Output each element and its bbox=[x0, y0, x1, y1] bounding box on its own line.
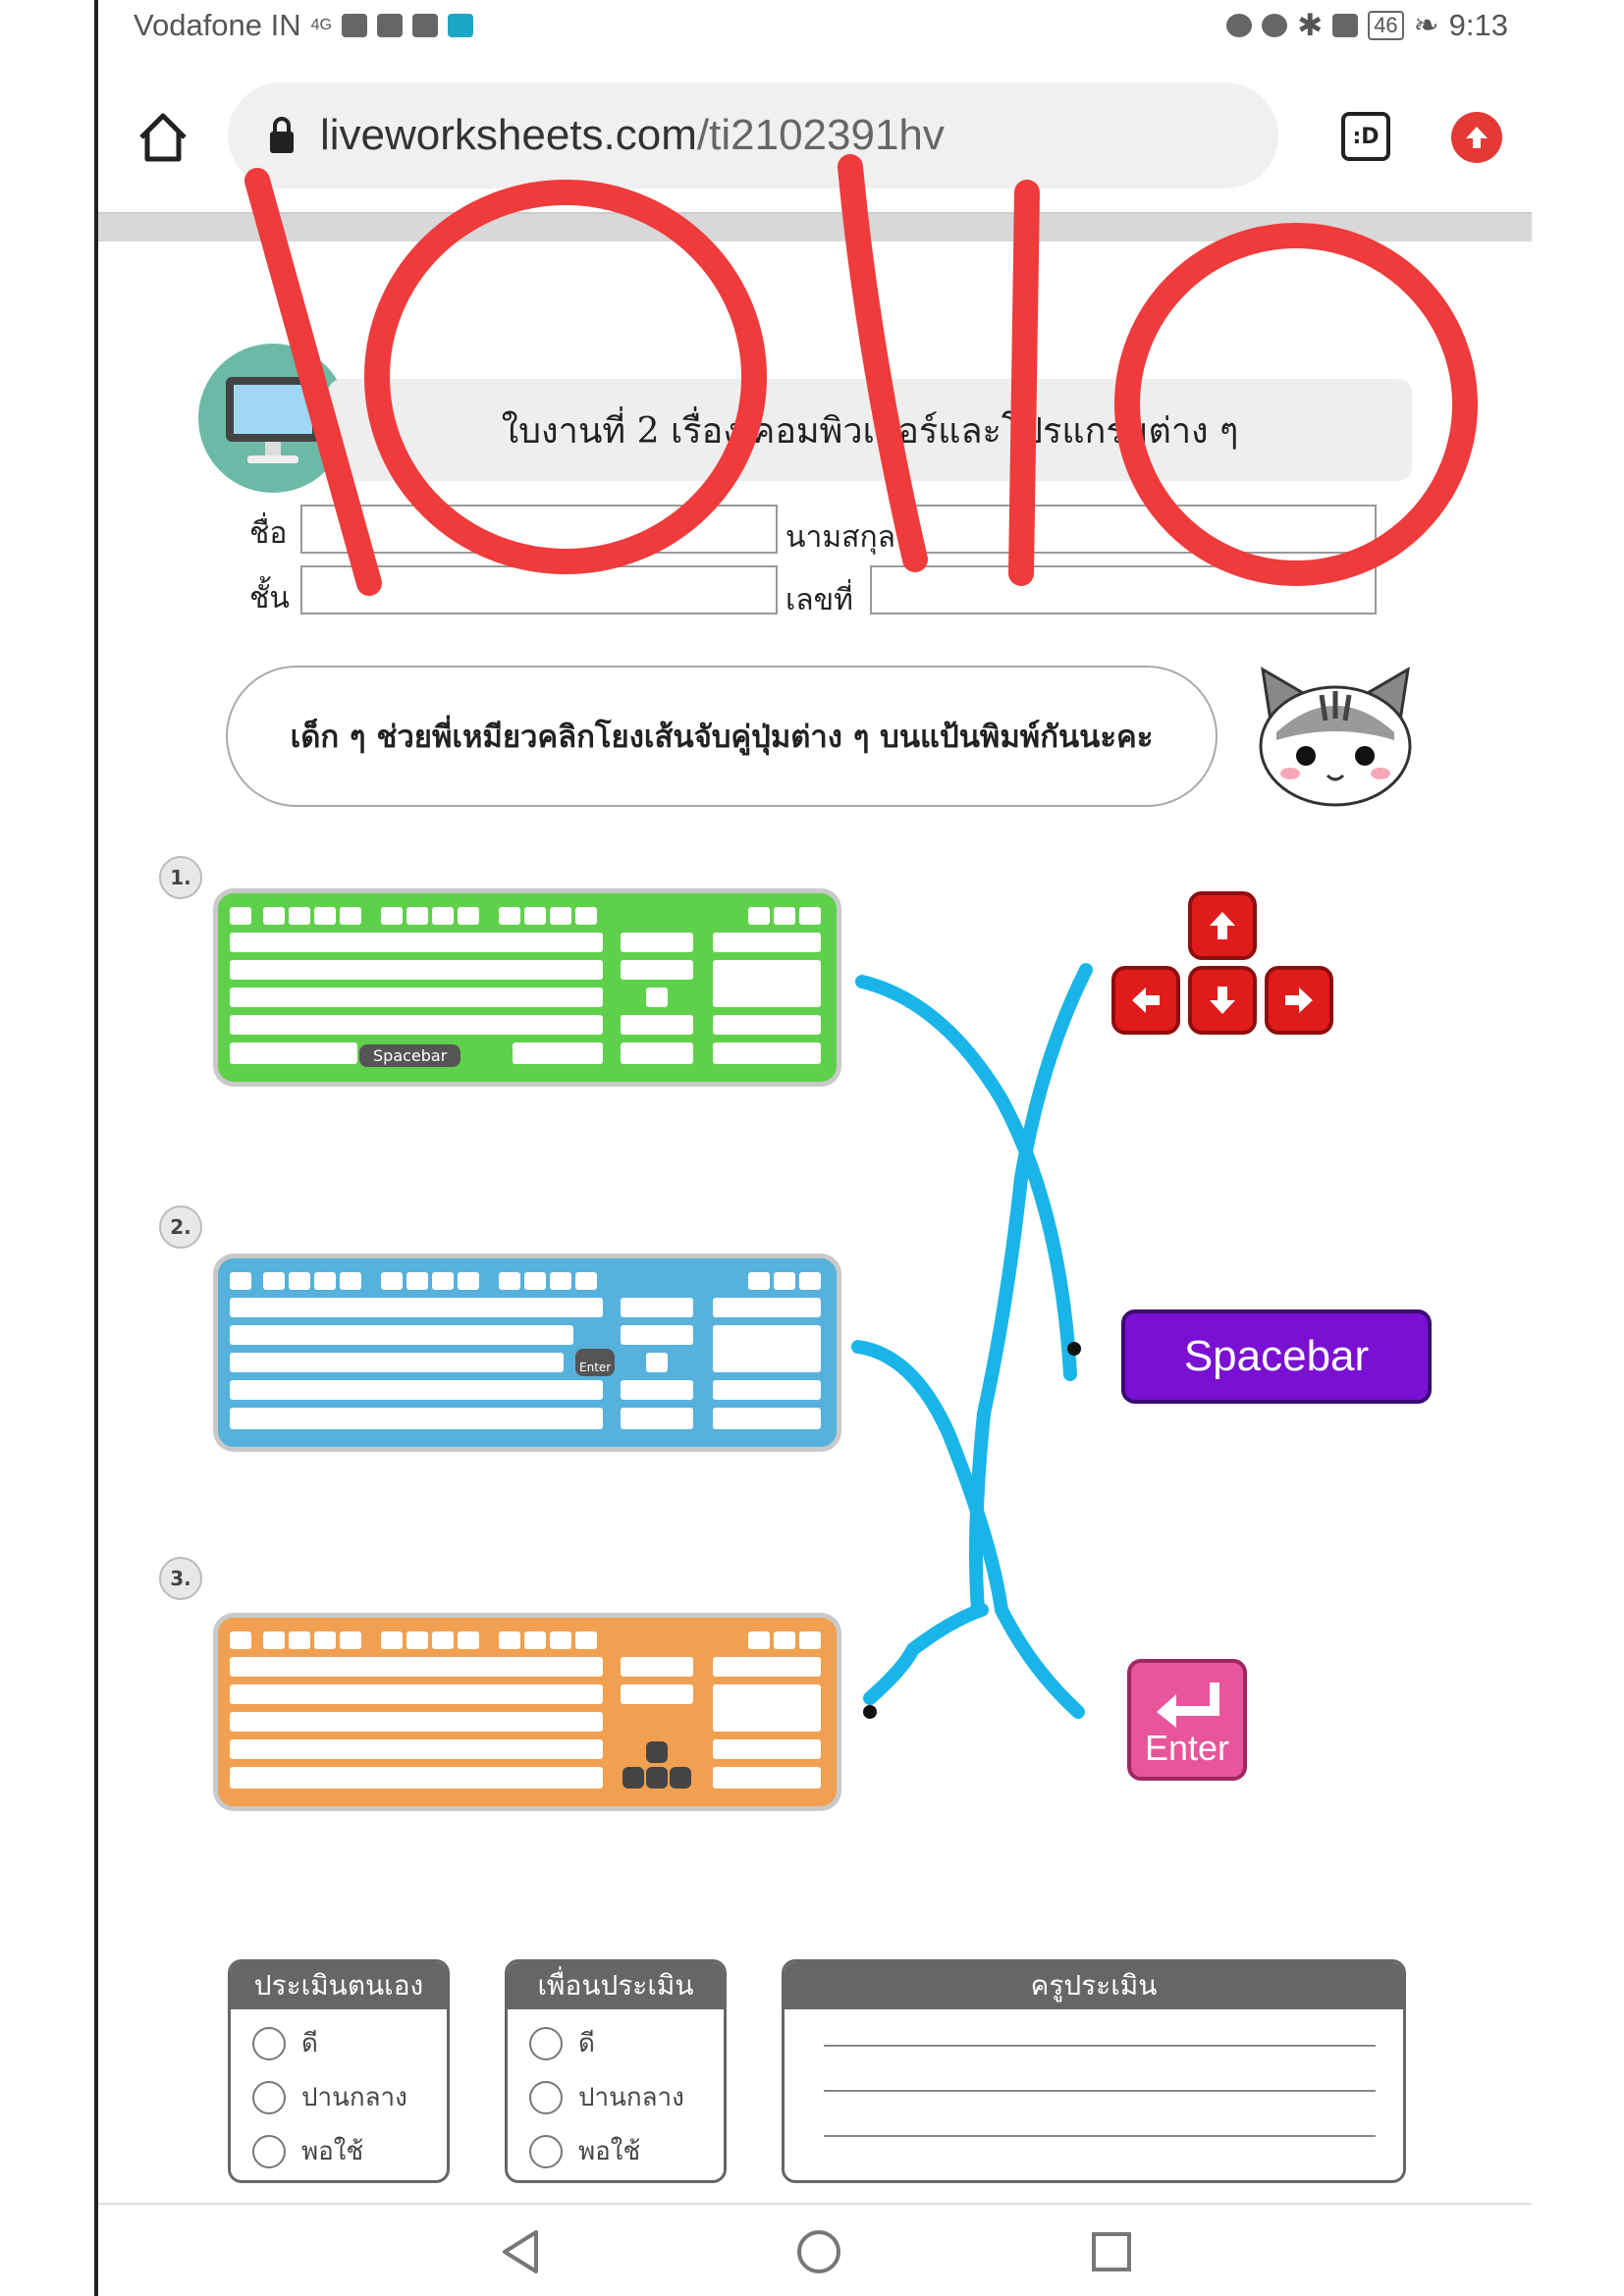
self-eval-option-good[interactable]: ดี bbox=[252, 2023, 447, 2063]
teacher-comment-line-1 bbox=[824, 2045, 1376, 2047]
option-label: ดี bbox=[578, 2029, 595, 2058]
option-label: พอใช้ bbox=[578, 2137, 641, 2166]
option-label: ปานกลาง bbox=[301, 2083, 407, 2112]
self-eval-option-fair[interactable]: ปานกลาง bbox=[252, 2077, 447, 2117]
handwritten-1010 bbox=[244, 154, 1478, 596]
face-icon bbox=[252, 2026, 286, 2060]
peer-evaluation-box: เพื่อนประเมิน ดี ปานกลาง พอใช้ bbox=[505, 1959, 727, 2183]
face-icon bbox=[529, 2080, 563, 2114]
option-label: ดี bbox=[301, 2029, 318, 2058]
peer-evaluation-title: เพื่อนประเมิน bbox=[508, 1962, 724, 2009]
back-triangle-icon bbox=[503, 2230, 538, 2273]
peer-eval-option-ok[interactable]: พอใช้ bbox=[529, 2131, 724, 2171]
nav-home-button[interactable] bbox=[795, 2228, 842, 2279]
handwritten-one-second bbox=[838, 154, 928, 572]
teacher-evaluation-box: ครูประเมิน bbox=[782, 1959, 1406, 2183]
self-evaluation-title: ประเมินตนเอง bbox=[231, 1962, 447, 2009]
option-label: พอใช้ bbox=[301, 2137, 364, 2166]
peer-eval-option-good[interactable]: ดี bbox=[529, 2023, 724, 2063]
nav-bar-divider bbox=[98, 2203, 1532, 2205]
face-icon bbox=[529, 2134, 563, 2168]
peer-eval-option-fair[interactable]: ปานกลาง bbox=[529, 2077, 724, 2117]
teacher-comment-line-2 bbox=[824, 2090, 1376, 2092]
teacher-evaluation-title: ครูประเมิน bbox=[785, 1962, 1403, 2009]
home-circle-icon bbox=[797, 2230, 840, 2273]
face-icon bbox=[252, 2134, 286, 2168]
handwritten-one-first bbox=[244, 168, 382, 596]
recents-square-icon bbox=[1092, 2232, 1131, 2271]
self-eval-option-ok[interactable]: พอใช้ bbox=[252, 2131, 447, 2171]
nav-back-button[interactable] bbox=[499, 2228, 542, 2279]
self-evaluation-box: ประเมินตนเอง ดี ปานกลาง พอใช้ bbox=[228, 1959, 450, 2183]
face-icon bbox=[252, 2080, 286, 2114]
handwritten-zero-second bbox=[1114, 223, 1478, 586]
handwritten-zero-first bbox=[364, 180, 767, 574]
option-label: ปานกลาง bbox=[578, 2083, 684, 2112]
handwritten-one-third bbox=[1008, 180, 1040, 586]
face-icon bbox=[529, 2026, 563, 2060]
teacher-comment-line-3 bbox=[824, 2135, 1376, 2137]
nav-recents-button[interactable] bbox=[1090, 2230, 1133, 2277]
